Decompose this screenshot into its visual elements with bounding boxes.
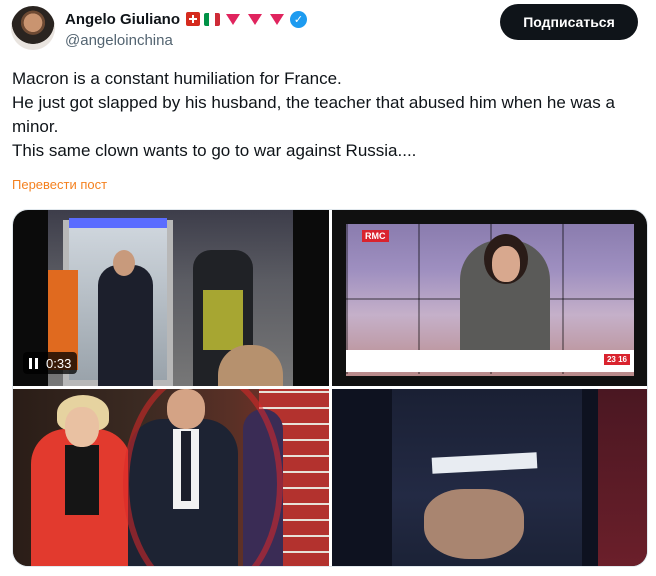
translate-post-link[interactable]: Перевести пост bbox=[12, 177, 107, 192]
anchor-face bbox=[492, 246, 520, 282]
red-background bbox=[598, 389, 647, 566]
security-vest bbox=[203, 290, 243, 350]
person-suit bbox=[98, 265, 153, 386]
media-grid: 0:33 RMC 23 16 bbox=[12, 209, 648, 567]
author-name-row: Angelo Giuliano ✓ bbox=[65, 8, 307, 30]
woman-shirt bbox=[65, 445, 99, 515]
letterbox bbox=[293, 210, 329, 386]
pause-icon[interactable] bbox=[29, 357, 38, 369]
tv-clock: 23 16 bbox=[603, 354, 630, 365]
channel-logo: RMC bbox=[362, 230, 389, 242]
door-light bbox=[69, 218, 167, 228]
avatar[interactable] bbox=[11, 6, 55, 50]
photo-couple[interactable] bbox=[13, 389, 329, 566]
tweet-line: Macron is a constant humiliation for Fra… bbox=[12, 69, 342, 88]
red-triangle-icon bbox=[226, 13, 240, 25]
tweet-line: He just got slapped by his husband, the … bbox=[12, 93, 615, 136]
tweet-header: Angelo Giuliano ✓ @angeloinchina Подписа… bbox=[10, 4, 650, 52]
author-name[interactable]: Angelo Giuliano bbox=[65, 11, 180, 28]
video-duration-badge[interactable]: 0:33 bbox=[23, 352, 78, 374]
red-swirl-overlay bbox=[123, 389, 283, 566]
person-head bbox=[113, 250, 135, 276]
italian-flag-icon bbox=[204, 12, 220, 26]
photo-hand-closeup[interactable] bbox=[332, 389, 647, 566]
follow-button[interactable]: Подписаться bbox=[500, 4, 638, 40]
news-ticker bbox=[346, 350, 634, 372]
video-thumbnail[interactable]: 0:33 bbox=[13, 210, 329, 386]
hand bbox=[424, 489, 524, 559]
red-triangle-icon bbox=[270, 13, 284, 25]
tweet-line: This same clown wants to go to war again… bbox=[12, 141, 417, 160]
author-handle[interactable]: @angeloinchina bbox=[65, 32, 173, 49]
play-icon[interactable] bbox=[352, 358, 362, 370]
woman-face bbox=[65, 407, 99, 447]
red-triangle-icon bbox=[248, 13, 262, 25]
swiss-flag-icon bbox=[186, 12, 200, 26]
verified-icon: ✓ bbox=[290, 10, 307, 28]
tv-image[interactable]: RMC 23 16 bbox=[332, 210, 647, 386]
video-duration: 0:33 bbox=[46, 355, 72, 371]
tweet-text: Macron is a constant humiliation for Fra… bbox=[12, 67, 642, 163]
